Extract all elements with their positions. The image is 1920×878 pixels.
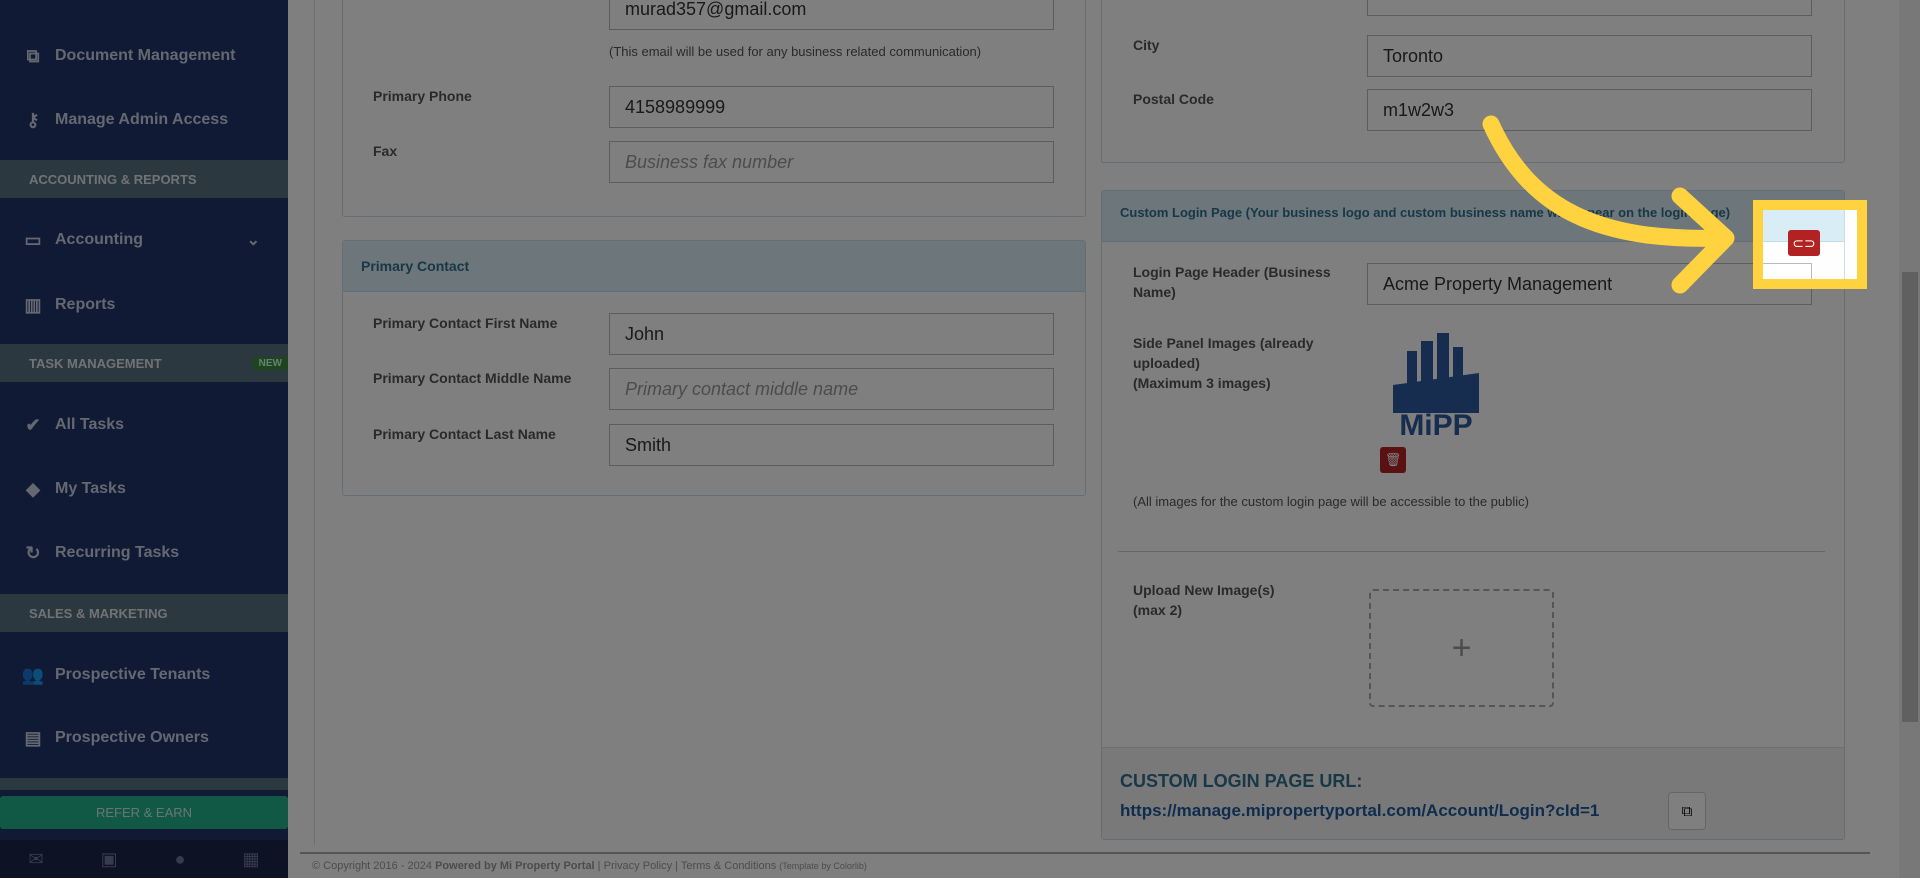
- content-border: [314, 0, 315, 845]
- login-url-link[interactable]: https://manage.mipropertyportal.com/Acco…: [1120, 801, 1599, 821]
- delete-image-button[interactable]: 🗑: [1380, 447, 1406, 473]
- fax-label: Fax: [373, 143, 398, 159]
- address-card: [1101, 0, 1845, 163]
- postal-input[interactable]: m1w2w3: [1367, 89, 1812, 131]
- fax-input[interactable]: Business fax number: [609, 141, 1054, 183]
- sidebar-item-manage-admin-access[interactable]: ⚷ Manage Admin Access: [0, 95, 288, 145]
- city-input[interactable]: Toronto: [1367, 35, 1812, 77]
- sidebar-item-label: My Tasks: [55, 480, 126, 497]
- url-title: CUSTOM LOGIN PAGE URL:: [1120, 771, 1363, 791]
- custom-login-header: Custom Login Page (Your business logo an…: [1102, 191, 1844, 242]
- sidebar-item-document-management[interactable]: ⧉ Document Management: [0, 31, 288, 81]
- sidebar-item-prospective-owners[interactable]: ▤ Prospective Owners: [0, 713, 288, 763]
- trash-icon: 🗑: [1384, 452, 1402, 467]
- template-credit: (Template by Colorlib): [779, 861, 867, 871]
- sidebar-item-all-tasks[interactable]: ✔ All Tasks: [0, 400, 288, 450]
- last-name-input[interactable]: Smith: [609, 424, 1054, 466]
- id-card-icon: ▤: [24, 727, 42, 748]
- calendar-icon[interactable]: ▦: [242, 849, 259, 870]
- scrollbar-thumb[interactable]: [1902, 272, 1918, 722]
- sidebar-bottom-bar: ✉ ▣ ● ▦: [0, 840, 288, 878]
- privacy-link[interactable]: Privacy Policy: [604, 860, 672, 872]
- sidebar-item-label: All Tasks: [55, 416, 125, 433]
- sidebar-item-recurring-tasks[interactable]: ↻ Recurring Tasks: [0, 528, 288, 578]
- chevron-down-icon: ⌄: [246, 232, 260, 249]
- section-task-management: TASK MANAGEMENT NEW: [0, 344, 288, 382]
- upload-label: Upload New Image(s): [1133, 582, 1275, 598]
- copyright: © Copyright 2016 - 2024: [312, 860, 433, 872]
- sidebar-item-label: Accounting: [55, 231, 143, 248]
- side-panel-images-label: Side Panel Images (already uploaded): [1133, 335, 1314, 371]
- sidebar-item-label: Reports: [55, 296, 116, 313]
- email-note: (This email will be used for any busines…: [609, 44, 982, 59]
- primary-contact-header: Primary Contact: [343, 241, 1085, 292]
- powered-by-link[interactable]: Powered by Mi Property Portal: [435, 860, 595, 872]
- first-name-input[interactable]: John: [609, 313, 1054, 355]
- tag-icon: ◆: [26, 478, 40, 499]
- sidebar-item-accounting[interactable]: ▭ Accounting ⌄: [0, 215, 288, 265]
- bar-chart-icon: ▥: [24, 294, 42, 315]
- refer-earn-button[interactable]: REFER & EARN: [0, 796, 288, 829]
- logo-text: MiPP: [1399, 409, 1473, 442]
- money-icon: ▭: [24, 229, 42, 250]
- refresh-icon: ↻: [25, 542, 41, 563]
- section-sales-marketing: SALES & MARKETING: [0, 594, 288, 632]
- address-input[interactable]: [1367, 0, 1812, 16]
- divider: [1118, 551, 1825, 552]
- user-icon[interactable]: ●: [175, 849, 186, 870]
- login-header-input[interactable]: Acme Property Management: [1367, 263, 1812, 305]
- documents-icon: ⧉: [26, 45, 40, 66]
- sidebar-item-my-tasks[interactable]: ◆ My Tasks: [0, 464, 288, 514]
- middle-name-label: Primary Contact Middle Name: [373, 370, 572, 386]
- section-label: TASK MANAGEMENT: [29, 355, 162, 371]
- primary-email-input[interactable]: murad357@gmail.com: [609, 0, 1054, 30]
- last-name-label: Primary Contact Last Name: [373, 426, 556, 442]
- phone-label: Primary Phone: [373, 88, 472, 104]
- sidebar-item-prospective-tenants[interactable]: 👥 Prospective Tenants: [0, 650, 288, 700]
- login-header-label: Login Page Header (Business Name): [1133, 264, 1331, 300]
- url-section: [1102, 747, 1844, 839]
- sidebar-item-label: Prospective Owners: [55, 729, 209, 746]
- terms-link[interactable]: Terms & Conditions: [681, 860, 776, 872]
- highlight-box: [1753, 200, 1867, 289]
- sidebar: ⧉ Document Management ⚷ Manage Admin Acces…: [0, 0, 288, 878]
- city-label: City: [1133, 37, 1160, 53]
- sidebar-item-label: Manage Admin Access: [55, 111, 229, 128]
- max-images-label: (Maximum 3 images): [1133, 375, 1271, 391]
- mail-icon[interactable]: ✉: [29, 849, 44, 870]
- postal-label: Postal Code: [1133, 91, 1214, 107]
- users-icon: 👥: [21, 664, 45, 685]
- public-note: (All images for the custom login page wi…: [1133, 494, 1529, 509]
- section-accounting-reports: ACCOUNTING & REPORTS: [0, 160, 288, 198]
- sidebar-item-label: Document Management: [55, 47, 236, 64]
- copy-url-button[interactable]: ⧉: [1668, 792, 1706, 830]
- upload-image-dropzone[interactable]: +: [1369, 589, 1554, 707]
- key-icon: ⚷: [26, 109, 40, 130]
- check-icon: ✔: [25, 414, 41, 435]
- sidebar-item-label: Prospective Tenants: [55, 666, 211, 683]
- middle-name-input[interactable]: Primary contact middle name: [609, 368, 1054, 410]
- divider: [0, 778, 288, 790]
- briefcase-icon[interactable]: ▣: [101, 849, 118, 870]
- mipp-logo-image: MiPP: [1393, 333, 1479, 441]
- new-badge: NEW: [252, 356, 288, 370]
- plus-icon: +: [1451, 628, 1472, 667]
- copy-icon: ⧉: [1681, 802, 1693, 820]
- footer: © Copyright 2016 - 2024 Powered by Mi Pr…: [300, 852, 1870, 878]
- upload-max-label: (max 2): [1133, 602, 1183, 618]
- first-name-label: Primary Contact First Name: [373, 315, 558, 331]
- sidebar-item-reports[interactable]: ▥ Reports: [0, 280, 288, 330]
- primary-phone-input[interactable]: 4158989999: [609, 86, 1054, 128]
- sidebar-item-label: Recurring Tasks: [55, 544, 180, 561]
